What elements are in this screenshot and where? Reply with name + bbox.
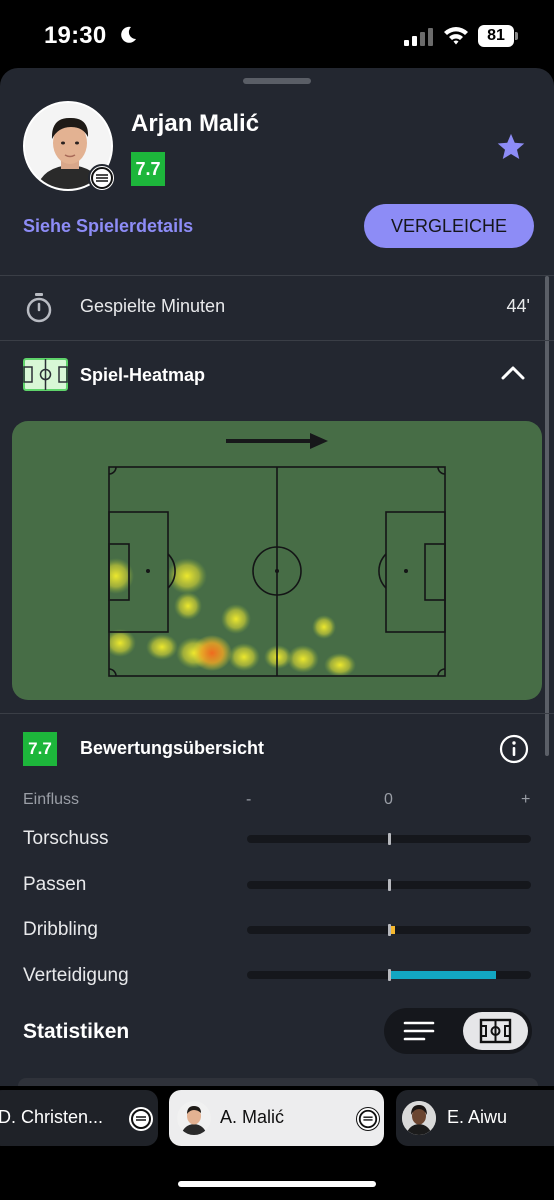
pitch-view-icon — [479, 1018, 512, 1044]
chevron-up-icon[interactable] — [500, 362, 526, 382]
home-indicator — [178, 1181, 376, 1187]
metric-label: Torschuss — [23, 828, 109, 849]
player-tab-name: D. Christen... — [0, 1107, 104, 1127]
metric-impact-bar — [247, 833, 531, 845]
zero-marker — [388, 833, 391, 845]
player-tab-active[interactable]: A. Malić — [169, 1090, 384, 1146]
club-crest-icon — [129, 1107, 153, 1131]
metric-impact-bar — [247, 924, 531, 936]
metric-impact-bar — [247, 969, 531, 981]
battery-level: 81 — [478, 25, 514, 47]
player-details-link[interactable]: Siehe Spielerdetails — [23, 216, 193, 237]
impact-axis-zero: 0 — [384, 791, 393, 808]
heatmap-layer — [109, 558, 356, 676]
favorite-star-icon[interactable] — [496, 132, 526, 162]
heatmap-pitch-icon — [23, 358, 68, 391]
heatmap-title: Spiel-Heatmap — [80, 365, 206, 385]
player-tab-avatar — [177, 1101, 211, 1135]
status-bar: 19:30 81 — [0, 0, 554, 68]
player-tab-next[interactable]: E. Aiwu — [396, 1090, 554, 1146]
player-tab-name: A. Malić — [220, 1107, 285, 1127]
divider — [0, 340, 554, 341]
impact-axis-plus: + — [521, 791, 531, 808]
list-view-icon[interactable] — [402, 1018, 436, 1044]
zero-marker — [388, 879, 391, 891]
overview-rating-badge: 7.7 — [23, 732, 57, 766]
player-tab-name: E. Aiwu — [447, 1107, 508, 1127]
metric-label: Verteidigung — [23, 965, 129, 986]
sheet-grabber[interactable] — [243, 78, 311, 84]
impact-fill — [391, 926, 396, 934]
compare-button[interactable]: VERGLEICHE — [364, 204, 534, 248]
moon-icon — [121, 26, 136, 43]
heatmap-pitch — [108, 433, 446, 677]
metric-label: Dribbling — [23, 919, 98, 940]
metric-label: Passen — [23, 874, 87, 895]
statistics-view-toggle[interactable] — [384, 1008, 532, 1054]
wifi-icon — [444, 27, 468, 45]
stopwatch-icon — [26, 293, 52, 323]
impact-axis-minus: - — [246, 791, 252, 808]
impact-fill — [391, 971, 497, 979]
player-name: Arjan Malić — [131, 110, 260, 137]
rating-overview-title: Bewertungsübersicht — [80, 738, 265, 758]
heatmap-card — [12, 421, 542, 700]
impact-axis-label: Einfluss — [23, 791, 80, 808]
divider — [0, 713, 554, 714]
player-tab-previous[interactable]: D. Christen... — [0, 1090, 158, 1146]
club-crest-icon — [356, 1107, 380, 1131]
pitch-view-toggle[interactable] — [463, 1012, 528, 1050]
attack-direction-arrow-icon — [310, 433, 328, 449]
player-tab-avatar — [402, 1101, 436, 1135]
scrollbar[interactable] — [545, 276, 549, 756]
battery-tip — [515, 32, 518, 40]
club-crest-icon — [88, 164, 116, 192]
minutes-row: Gespielte Minuten 44' — [0, 276, 554, 340]
minutes-played-label: Gespielte Minuten — [80, 296, 226, 316]
info-icon[interactable] — [499, 734, 529, 764]
player-sheet: Arjan Malić 7.7 Siehe Spielerdetails VER… — [0, 68, 554, 1200]
cellular-signal-icon — [404, 28, 433, 46]
minutes-played-value: 44' — [506, 296, 530, 316]
metric-impact-bar — [247, 879, 531, 891]
status-time: 19:30 — [44, 22, 107, 49]
player-rating-badge: 7.7 — [131, 152, 165, 186]
statistics-title: Statistiken — [23, 1020, 130, 1043]
battery-indicator: 81 — [478, 25, 518, 47]
